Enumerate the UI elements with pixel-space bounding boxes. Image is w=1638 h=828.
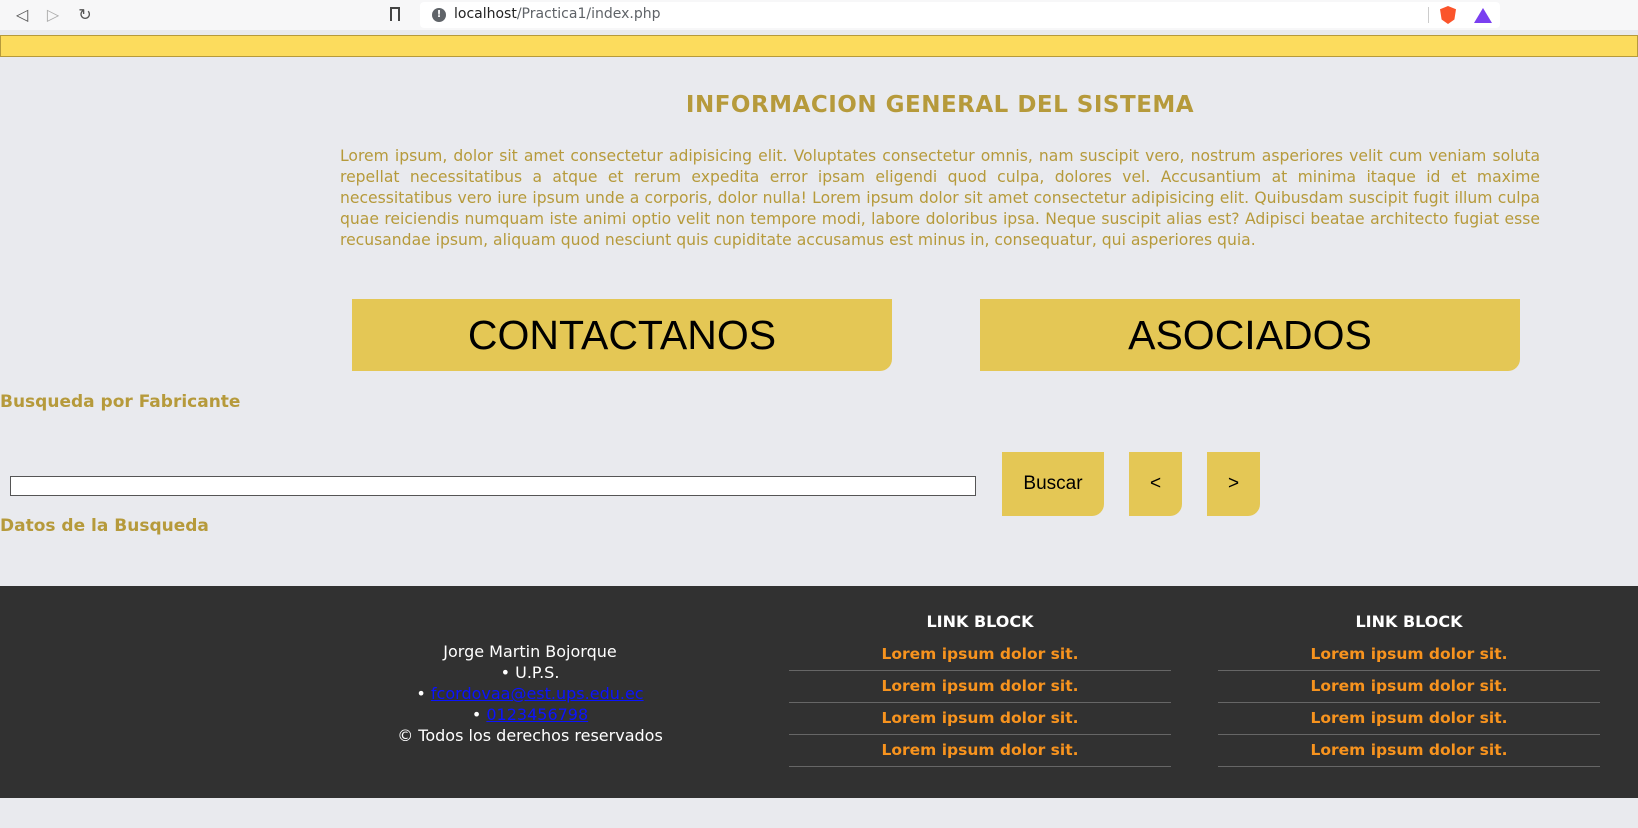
footer-link[interactable]: Lorem ipsum dolor sit. [789, 735, 1171, 767]
footer-link[interactable]: Lorem ipsum dolor sit. [789, 671, 1171, 703]
back-arrow-icon[interactable]: ◁ [12, 5, 32, 25]
link-list: Lorem ipsum dolor sit. Lorem ipsum dolor… [789, 639, 1171, 767]
email-line: • fcordovaa@est.ups.edu.ec [330, 683, 730, 704]
page-title: INFORMACION GENERAL DEL SISTEMA [685, 92, 1195, 118]
footer-link[interactable]: Lorem ipsum dolor sit. [789, 703, 1171, 735]
previous-button[interactable]: < [1129, 452, 1182, 516]
site-info-icon[interactable]: ! [432, 8, 446, 22]
search-section-label: Busqueda por Fabricante [0, 392, 241, 412]
contact-button[interactable]: CONTACTANOS [352, 299, 892, 371]
next-button[interactable]: > [1207, 452, 1260, 516]
email-link[interactable]: fcordovaa@est.ups.edu.ec [431, 684, 644, 703]
bookmark-icon[interactable] [390, 7, 400, 21]
footer-link[interactable]: Lorem ipsum dolor sit. [789, 639, 1171, 671]
copyright: © Todos los derechos reservados [397, 726, 663, 745]
footer-link[interactable]: Lorem ipsum dolor sit. [1218, 735, 1600, 767]
browser-toolbar: ◁ ▷ ↻ ! localhost/Practica1/index.php [0, 0, 1638, 30]
author-name: Jorge Martin Bojorque [443, 642, 617, 661]
footer: Jorge Martin Bojorque • U.P.S. • fcordov… [0, 586, 1638, 798]
associates-button[interactable]: ASOCIADOS [980, 299, 1520, 371]
top-banner [0, 35, 1638, 57]
footer-contact-info: Jorge Martin Bojorque • U.P.S. • fcordov… [330, 641, 730, 746]
footer-link[interactable]: Lorem ipsum dolor sit. [1218, 703, 1600, 735]
manufacturer-search-input[interactable] [10, 476, 976, 496]
reload-icon[interactable]: ↻ [75, 5, 95, 25]
bullet: • [471, 705, 487, 724]
address-bar-text[interactable]: localhost/Practica1/index.php [454, 6, 660, 22]
link-block-title: LINK BLOCK [1355, 612, 1463, 631]
link-block-title: LINK BLOCK [926, 612, 1034, 631]
brave-rewards-icon[interactable] [1474, 8, 1492, 23]
link-list: Lorem ipsum dolor sit. Lorem ipsum dolor… [1218, 639, 1600, 767]
intro-paragraph: Lorem ipsum, dolor sit amet consectetur … [340, 147, 1540, 249]
forward-arrow-icon[interactable]: ▷ [43, 5, 63, 25]
phone-line: • 0123456798 [330, 704, 730, 725]
bullet: • [416, 684, 431, 703]
organization: • U.P.S. [500, 663, 560, 682]
phone-link[interactable]: 0123456798 [486, 705, 588, 724]
footer-link[interactable]: Lorem ipsum dolor sit. [1218, 671, 1600, 703]
results-label: Datos de la Busqueda [0, 516, 209, 536]
footer-link[interactable]: Lorem ipsum dolor sit. [1218, 639, 1600, 671]
address-bar-divider [1428, 7, 1429, 23]
search-button[interactable]: Buscar [1002, 452, 1104, 516]
